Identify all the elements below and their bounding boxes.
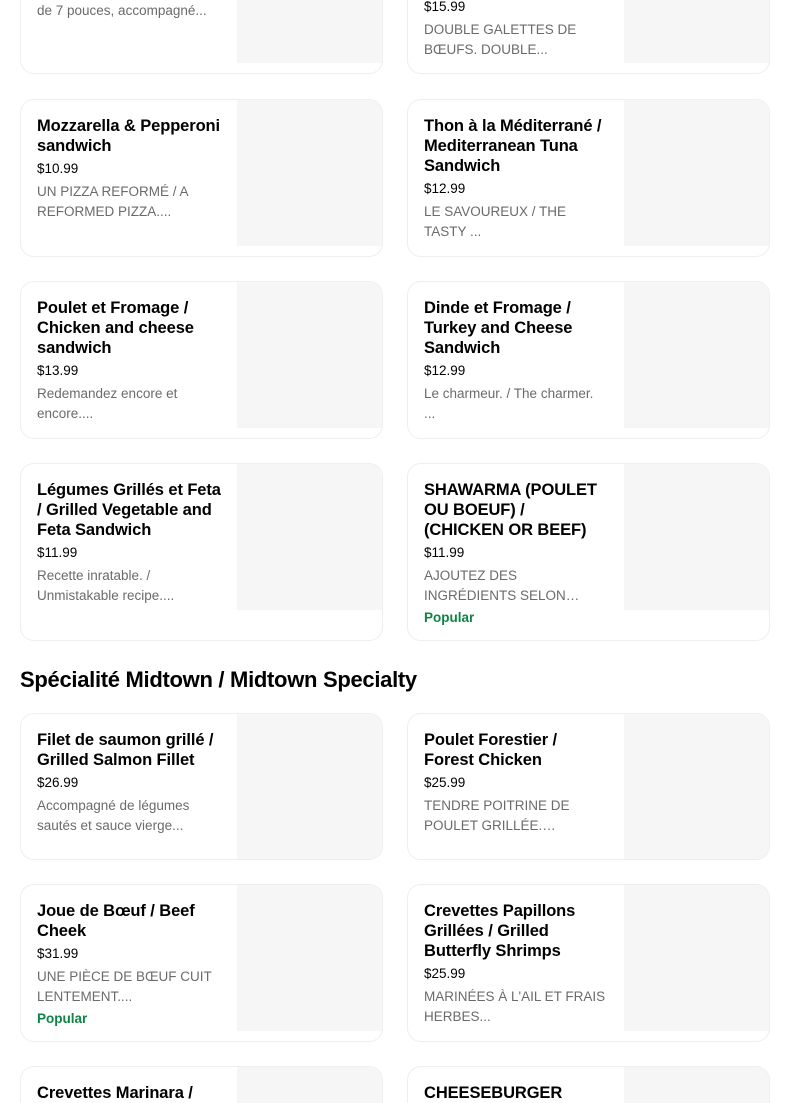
item-thumbnail xyxy=(624,885,769,1031)
item-name: Légumes Grillés et Feta / Grilled Vegeta… xyxy=(37,481,221,539)
item-name: Poulet Forestier / Forest Chicken xyxy=(424,731,557,769)
menu-item-card[interactable]: $15.99 DOUBLE GALETTES DE BŒUFS. DOUBLE.… xyxy=(407,0,770,74)
item-name: Thon à la Méditerrané / Mediterranean Tu… xyxy=(424,117,602,175)
item-price: $15.99 xyxy=(424,0,466,14)
item-price: $31.99 xyxy=(37,946,79,961)
item-thumbnail xyxy=(624,282,769,428)
item-thumbnail xyxy=(237,464,382,610)
item-thumbnail xyxy=(624,0,769,63)
item-name: CHEESEBURGER xyxy=(424,1084,563,1102)
item-thumbnail xyxy=(237,714,382,859)
item-name: Dinde et Fromage / Turkey and Cheese San… xyxy=(424,299,573,357)
item-name: Mozzarella & Pepperoni sandwich xyxy=(37,117,221,155)
menu-item-card[interactable]: SHAWARMA (POULET OU BOEUF) / (CHICKEN OR… xyxy=(407,463,770,641)
menu-item-card[interactable]: Filet de saumon grillé / Grilled Salmon … xyxy=(20,713,383,860)
item-description: DOUBLE GALETTES DE BŒUFS. DOUBLE... xyxy=(424,22,577,57)
menu-item-card[interactable]: Crevettes Papillons Grillées / Grilled B… xyxy=(407,884,770,1042)
section-title: Spécialité Midtown / Midtown Specialty xyxy=(20,667,417,692)
item-name: Filet de saumon grillé / Grilled Salmon … xyxy=(37,731,214,769)
item-thumbnail xyxy=(237,885,382,1031)
item-description: de 7 pouces, accompagné... xyxy=(37,3,207,18)
menu-page: de 7 pouces, accompagné... $15.99 DOUBLE… xyxy=(0,0,804,1103)
item-description: UNE PIÈCE DE BŒUF CUIT LENTEMENT.... xyxy=(37,969,212,1004)
menu-item-card[interactable]: Crevettes Marinara / xyxy=(20,1066,383,1103)
menu-item-card[interactable]: Joue de Bœuf / Beef Cheek $31.99 UNE PIÈ… xyxy=(20,884,383,1042)
item-price: $25.99 xyxy=(424,775,466,790)
item-price: $11.99 xyxy=(424,545,465,560)
item-price: $10.99 xyxy=(37,161,79,176)
item-description: Redemandez encore et encore.... xyxy=(37,386,178,421)
menu-item-card[interactable]: Poulet Forestier / Forest Chicken $25.99… xyxy=(407,713,770,860)
menu-item-card[interactable]: Légumes Grillés et Feta / Grilled Vegeta… xyxy=(20,463,383,641)
item-thumbnail xyxy=(624,1067,769,1103)
menu-item-card[interactable]: CHEESEBURGER xyxy=(407,1066,770,1103)
item-price: $26.99 xyxy=(37,775,79,790)
item-description: LE SAVOUREUX / THE TASTY ... xyxy=(424,204,567,239)
item-description: AJOUTEZ DES INGRÉDIENTS SELON VOTRE GOÛT… xyxy=(424,568,566,603)
item-thumbnail xyxy=(624,714,769,859)
item-price: $12.99 xyxy=(424,181,466,196)
item-thumbnail xyxy=(237,0,382,63)
item-name: Crevettes Papillons Grillées / Grilled B… xyxy=(424,902,576,960)
item-name: Crevettes Marinara / xyxy=(37,1084,193,1102)
item-description: Le charmeur. / The charmer. ... xyxy=(424,386,594,421)
menu-item-card[interactable]: de 7 pouces, accompagné... xyxy=(20,0,383,74)
item-thumbnail xyxy=(237,100,382,246)
item-description: UN PIZZA REFORMÉ / A REFORMED PIZZA.... xyxy=(37,184,188,219)
item-price: $25.99 xyxy=(424,966,466,981)
menu-item-card[interactable]: Thon à la Méditerrané / Mediterranean Tu… xyxy=(407,99,770,257)
popular-badge: Popular xyxy=(37,1011,88,1026)
menu-item-card[interactable]: Mozzarella & Pepperoni sandwich $10.99 U… xyxy=(20,99,383,257)
item-thumbnail xyxy=(624,464,769,610)
item-thumbnail xyxy=(624,100,769,246)
item-thumbnail xyxy=(237,1067,382,1103)
item-price: $13.99 xyxy=(37,363,79,378)
item-price: $12.99 xyxy=(424,363,466,378)
item-description: MARINÉES À L'AIL ET FRAIS HERBES... xyxy=(424,989,606,1024)
popular-badge: Popular xyxy=(424,610,475,625)
menu-item-card[interactable]: Poulet et Fromage / Chicken and cheese s… xyxy=(20,281,383,439)
item-description: TENDRE POITRINE DE POULET GRILLÉE. NAPPÉ… xyxy=(424,798,570,833)
item-thumbnail xyxy=(237,282,382,428)
item-price: $11.99 xyxy=(37,545,78,560)
menu-item-card[interactable]: Dinde et Fromage / Turkey and Cheese San… xyxy=(407,281,770,439)
item-name: Poulet et Fromage / Chicken and cheese s… xyxy=(37,299,194,357)
item-description: Recette inratable. / Unmistakable recipe… xyxy=(37,568,175,603)
item-name: SHAWARMA (POULET OU BOEUF) / (CHICKEN OR… xyxy=(424,481,597,539)
item-description: Accompagné de légumes sautés et sauce vi… xyxy=(37,798,190,833)
item-name: Joue de Bœuf / Beef Cheek xyxy=(37,902,195,940)
